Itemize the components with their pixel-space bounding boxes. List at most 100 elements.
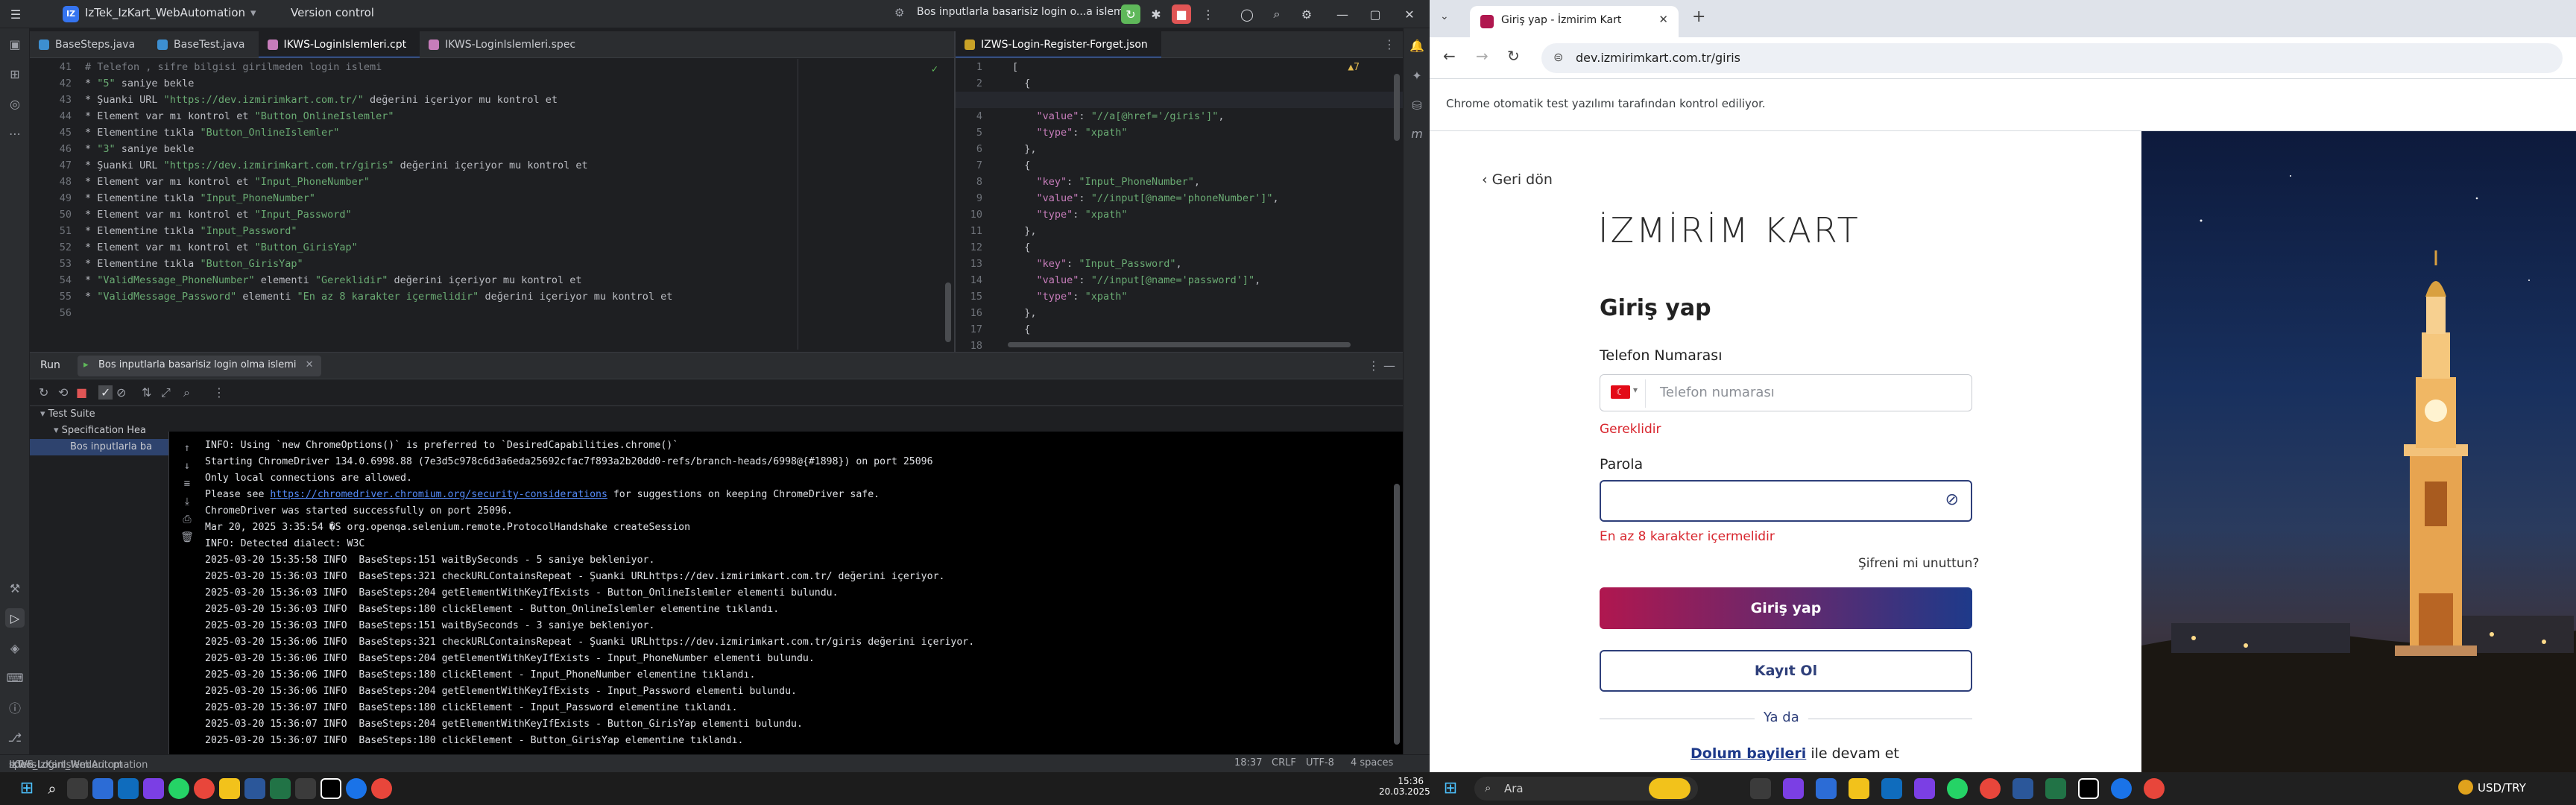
task-view-icon[interactable] xyxy=(67,778,88,799)
tab-json-file[interactable]: IZWS-Login-Register-Forget.json xyxy=(956,31,1161,57)
build-tool-icon[interactable]: ⚒ xyxy=(5,578,25,598)
chrome-icon[interactable] xyxy=(1980,778,2001,799)
outlook-icon[interactable] xyxy=(1881,778,1902,799)
soft-wrap-icon[interactable]: ≡ xyxy=(174,475,201,493)
outlook-icon[interactable] xyxy=(118,778,139,799)
project-tool-icon[interactable]: ▣ xyxy=(5,34,25,54)
caret-position[interactable]: 18:37 xyxy=(1234,757,1262,768)
minimize-icon[interactable]: — xyxy=(1333,4,1352,24)
windows-start-icon[interactable]: ⊞ xyxy=(1440,778,1461,799)
problems-tool-icon[interactable]: ⓘ xyxy=(5,698,25,717)
rerun-icon[interactable]: ↻ xyxy=(1121,4,1140,24)
file-encoding[interactable]: UTF-8 xyxy=(1306,757,1334,768)
close-icon[interactable]: ✕ xyxy=(1658,13,1668,26)
file-explorer-icon[interactable] xyxy=(1849,778,1869,799)
taskbar-search-box[interactable]: ⌕ Ara xyxy=(1474,777,1698,801)
more-icon[interactable]: ⋮ xyxy=(1383,37,1395,51)
editor-tab[interactable]: IKWS-LoginIslemleri.cpt xyxy=(258,31,420,57)
show-ignored-icon[interactable]: ⊘ xyxy=(116,385,126,400)
scrollbar[interactable] xyxy=(1394,484,1400,745)
eye-off-icon[interactable]: ⊘ xyxy=(1945,490,1959,509)
zoom-icon[interactable]: ⌕ xyxy=(183,385,190,400)
account-icon[interactable]: ◯ xyxy=(1237,4,1257,24)
file-explorer-icon[interactable] xyxy=(219,778,240,799)
stop-icon[interactable]: ■ xyxy=(1172,4,1191,24)
edge-icon[interactable] xyxy=(2111,778,2132,799)
editor-tab[interactable]: BaseSteps.java xyxy=(30,31,148,57)
login-button[interactable]: Giriş yap xyxy=(1600,587,1972,629)
more-tools-icon[interactable]: ⋯ xyxy=(5,124,25,143)
site-info-icon[interactable]: ⊜ xyxy=(1553,50,1563,64)
word-icon[interactable] xyxy=(244,778,265,799)
dealers-link[interactable]: Dolum bayileri xyxy=(1690,745,1806,762)
copilot-icon[interactable]: ✦ xyxy=(1407,66,1427,85)
excel-icon[interactable] xyxy=(2045,778,2066,799)
search-icon[interactable]: ⌕ xyxy=(42,778,63,799)
forgot-password-link[interactable]: Şifreni mi unuttun? xyxy=(1858,556,1979,571)
clock-area-left[interactable]: 15:36 20.03.2025 xyxy=(1379,776,1430,797)
spec-editor[interactable]: 41 42 43 44 45 46 47 48 49 50 51 52 53 54 55 56 # Telef… xyxy=(30,59,954,350)
show-passed-icon[interactable]: ✓ xyxy=(98,385,113,400)
print-icon[interactable]: ⎙ xyxy=(174,511,201,528)
project-selector[interactable]: IzTek_IzKart_WebAutomation xyxy=(85,6,245,19)
indent-setting[interactable]: 4 spaces xyxy=(1351,757,1393,768)
back-arrow-icon[interactable]: ← xyxy=(1443,47,1456,65)
chrome-icon[interactable] xyxy=(346,778,367,799)
horizontal-scrollbar[interactable] xyxy=(1008,342,1351,347)
breadcrumb-item[interactable]: IKWS-LoginIslemleri.cpt xyxy=(9,760,123,771)
notifications-icon[interactable]: 🔔 xyxy=(1407,36,1427,55)
commit-tool-icon[interactable]: ◎ xyxy=(5,94,25,113)
markdown-icon[interactable]: m xyxy=(1407,124,1427,143)
settings-icon[interactable]: ⚙ xyxy=(1297,4,1316,24)
scroll-to-end-icon[interactable]: ⤓ xyxy=(174,493,201,511)
password-field[interactable]: ⊘ xyxy=(1600,480,1972,522)
scrollbar[interactable] xyxy=(945,282,951,342)
whatsapp-icon[interactable] xyxy=(168,778,189,799)
forward-arrow-icon[interactable]: → xyxy=(1476,47,1489,65)
intellij-icon[interactable] xyxy=(2078,778,2099,799)
tab-search-icon[interactable]: ⌄ xyxy=(1440,10,1449,22)
search-icon[interactable]: ⌕ xyxy=(1267,4,1287,24)
teams-icon[interactable] xyxy=(143,778,164,799)
chevron-down-icon[interactable]: ▾ xyxy=(1633,385,1638,395)
pinned-app-icon[interactable] xyxy=(295,778,316,799)
console-output[interactable]: INFO: Using `new ChromeOptions()` is pre… xyxy=(168,432,1403,755)
database-icon[interactable]: ⛁ xyxy=(1407,95,1427,115)
tree-node[interactable]: ▾ Test Suite xyxy=(30,406,168,423)
line-separator[interactable]: CRLF xyxy=(1272,757,1296,768)
scrollbar[interactable] xyxy=(1394,74,1400,141)
phone-field[interactable]: ☾ ▾ Telefon numarası xyxy=(1600,374,1972,411)
register-button[interactable]: Kayıt Ol xyxy=(1600,650,1972,692)
more-icon[interactable]: ⋮ — xyxy=(1368,359,1395,373)
currency-widget[interactable]: USD/TRY xyxy=(2478,781,2526,795)
terminal-tool-icon[interactable]: ⌨ xyxy=(5,668,25,687)
chrome-icon[interactable] xyxy=(371,778,392,799)
git-tool-icon[interactable]: ⎇ xyxy=(5,727,25,747)
expand-all-icon[interactable]: ⤢ xyxy=(161,385,171,400)
rerun-failed-icon[interactable]: ⟲ xyxy=(58,385,68,400)
whatsapp-icon[interactable] xyxy=(1947,778,1968,799)
teams-icon[interactable] xyxy=(1914,778,1935,799)
close-icon[interactable]: ✕ xyxy=(1400,4,1419,24)
trash-icon[interactable]: 🗑 xyxy=(174,528,201,546)
copilot-icon[interactable] xyxy=(1783,778,1804,799)
json-editor[interactable]: 123456789101112131415161718 [ { "key": "… xyxy=(956,59,1403,350)
version-control-menu[interactable]: Version control xyxy=(291,6,374,19)
address-bar[interactable]: ⊜ dev.izmirimkart.com.tr/giris xyxy=(1541,43,2563,73)
structure-tool-icon[interactable]: ⊞ xyxy=(5,64,25,83)
reload-icon[interactable]: ↻ xyxy=(1507,47,1520,65)
run-tool-icon[interactable]: ▷ xyxy=(5,608,25,628)
console-link[interactable]: https://chromedriver.chromium.org/securi… xyxy=(270,489,607,500)
editor-tab[interactable]: BaseTest.java xyxy=(148,31,258,57)
turkey-flag-icon[interactable]: ☾ xyxy=(1611,385,1630,399)
chrome-icon[interactable] xyxy=(194,778,215,799)
editor-tab[interactable]: IKWS-LoginIslemleri.spec xyxy=(420,31,589,57)
more-icon[interactable]: ⋮ xyxy=(213,385,225,400)
new-tab-icon[interactable]: + xyxy=(1692,7,1705,26)
maximize-icon[interactable]: ▢ xyxy=(1366,4,1385,24)
hamburger-menu-icon[interactable]: ☰ xyxy=(6,4,25,24)
windows-start-icon[interactable]: ⊞ xyxy=(16,778,37,799)
more-icon[interactable]: ⋮ xyxy=(1199,4,1218,24)
run-tab-label[interactable]: Run xyxy=(40,359,60,371)
pinned-app-icon[interactable] xyxy=(92,778,113,799)
